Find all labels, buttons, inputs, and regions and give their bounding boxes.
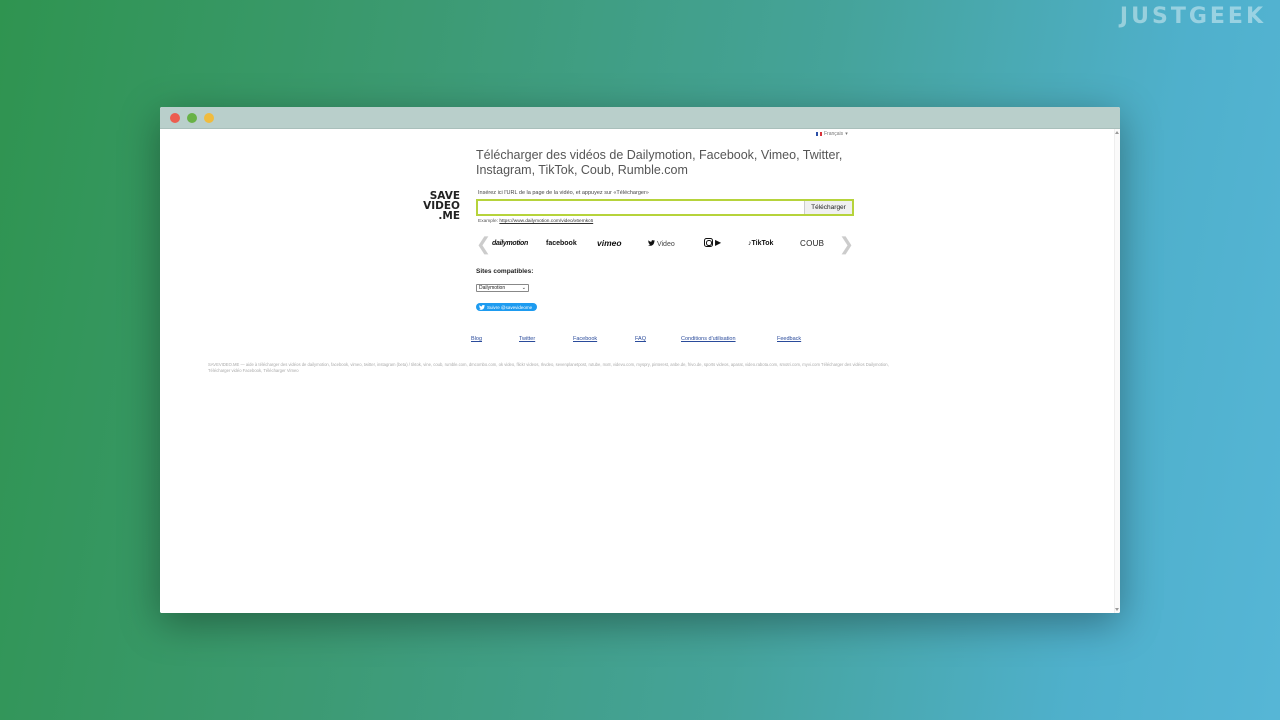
language-selector[interactable]: Français ▾ [816, 131, 848, 137]
footer-link-blog[interactable]: Blog [471, 336, 482, 342]
watermark-logo: JUSTGEEK [1119, 4, 1266, 29]
twitter-bird-icon [479, 304, 485, 310]
example-label: Example: [478, 219, 498, 224]
service-tiktok[interactable]: ♪TikTok [748, 240, 773, 247]
compatible-sites-select[interactable]: Dailymotion ⌄ [476, 284, 529, 292]
service-twitter-video[interactable]: Video [648, 240, 675, 248]
example-link[interactable]: https://www.dailymotion.com/video/x6emkc… [499, 219, 593, 224]
service-facebook[interactable]: facebook [546, 240, 577, 247]
footer-link-facebook[interactable]: Facebook [573, 336, 597, 342]
url-input[interactable] [478, 201, 804, 214]
twitter-follow-label: Suivre @savevideome [487, 304, 533, 310]
instagram-icon [704, 238, 713, 247]
carousel-next-icon[interactable]: ❯ [839, 235, 854, 253]
twitter-bird-icon [648, 240, 655, 246]
play-icon: ▶ [715, 238, 722, 247]
carousel-prev-icon[interactable]: ❮ [476, 235, 491, 253]
twitter-follow-button[interactable]: Suivre @savevideome [476, 303, 537, 311]
url-form: Télécharger [476, 199, 854, 216]
french-flag-icon [816, 132, 822, 136]
vertical-scrollbar[interactable] [1114, 129, 1120, 613]
footer-link-terms[interactable]: Conditions d'utilisation [681, 336, 736, 342]
title-bar [160, 107, 1120, 129]
footer-link-faq[interactable]: FAQ [635, 336, 646, 342]
download-button[interactable]: Télécharger [804, 201, 852, 214]
minimize-window-button[interactable] [187, 113, 197, 123]
twitter-video-label: Video [656, 241, 675, 248]
compatible-sites-heading: Sites compatibles: [476, 268, 534, 275]
footer-link-twitter[interactable]: Twitter [519, 336, 535, 342]
service-coub[interactable]: COUB [800, 239, 824, 248]
close-window-button[interactable] [170, 113, 180, 123]
caret-down-icon: ▾ [845, 131, 848, 137]
service-instagram[interactable]: ▶ [704, 238, 721, 247]
services-carousel: ❮ dailymotion facebook vimeo Video ▶ ♪Ti… [476, 235, 854, 255]
chevron-down-icon: ⌄ [521, 285, 526, 291]
page-title: Télécharger des vidéos de Dailymotion, F… [476, 148, 843, 177]
scroll-down-icon[interactable] [1115, 608, 1119, 611]
site-select-value: Dailymotion [479, 285, 506, 291]
tiktok-label: TikTok [751, 240, 774, 247]
browser-window: Français ▾ Télécharger des vidéos de Dai… [160, 107, 1120, 613]
site-logo[interactable]: SAVE VIDEO .ME [418, 191, 460, 222]
footer-link-feedback[interactable]: Feedback [777, 336, 801, 342]
language-label: Français [824, 131, 844, 137]
site-description: SAVEVIDEO.ME — aide à télécharger des vi… [208, 362, 889, 373]
zoom-window-button[interactable] [204, 113, 214, 123]
service-vimeo[interactable]: vimeo [597, 238, 622, 248]
scroll-up-icon[interactable] [1115, 131, 1119, 134]
logo-line-me: .ME [438, 210, 460, 222]
example-url: Example: https://www.dailymotion.com/vid… [478, 219, 593, 224]
page-viewport: Français ▾ Télécharger des vidéos de Dai… [160, 129, 1120, 613]
service-dailymotion[interactable]: dailymotion [492, 240, 528, 247]
url-instruction: Insérez ici l'URL de la page de la vidéo… [478, 190, 649, 196]
